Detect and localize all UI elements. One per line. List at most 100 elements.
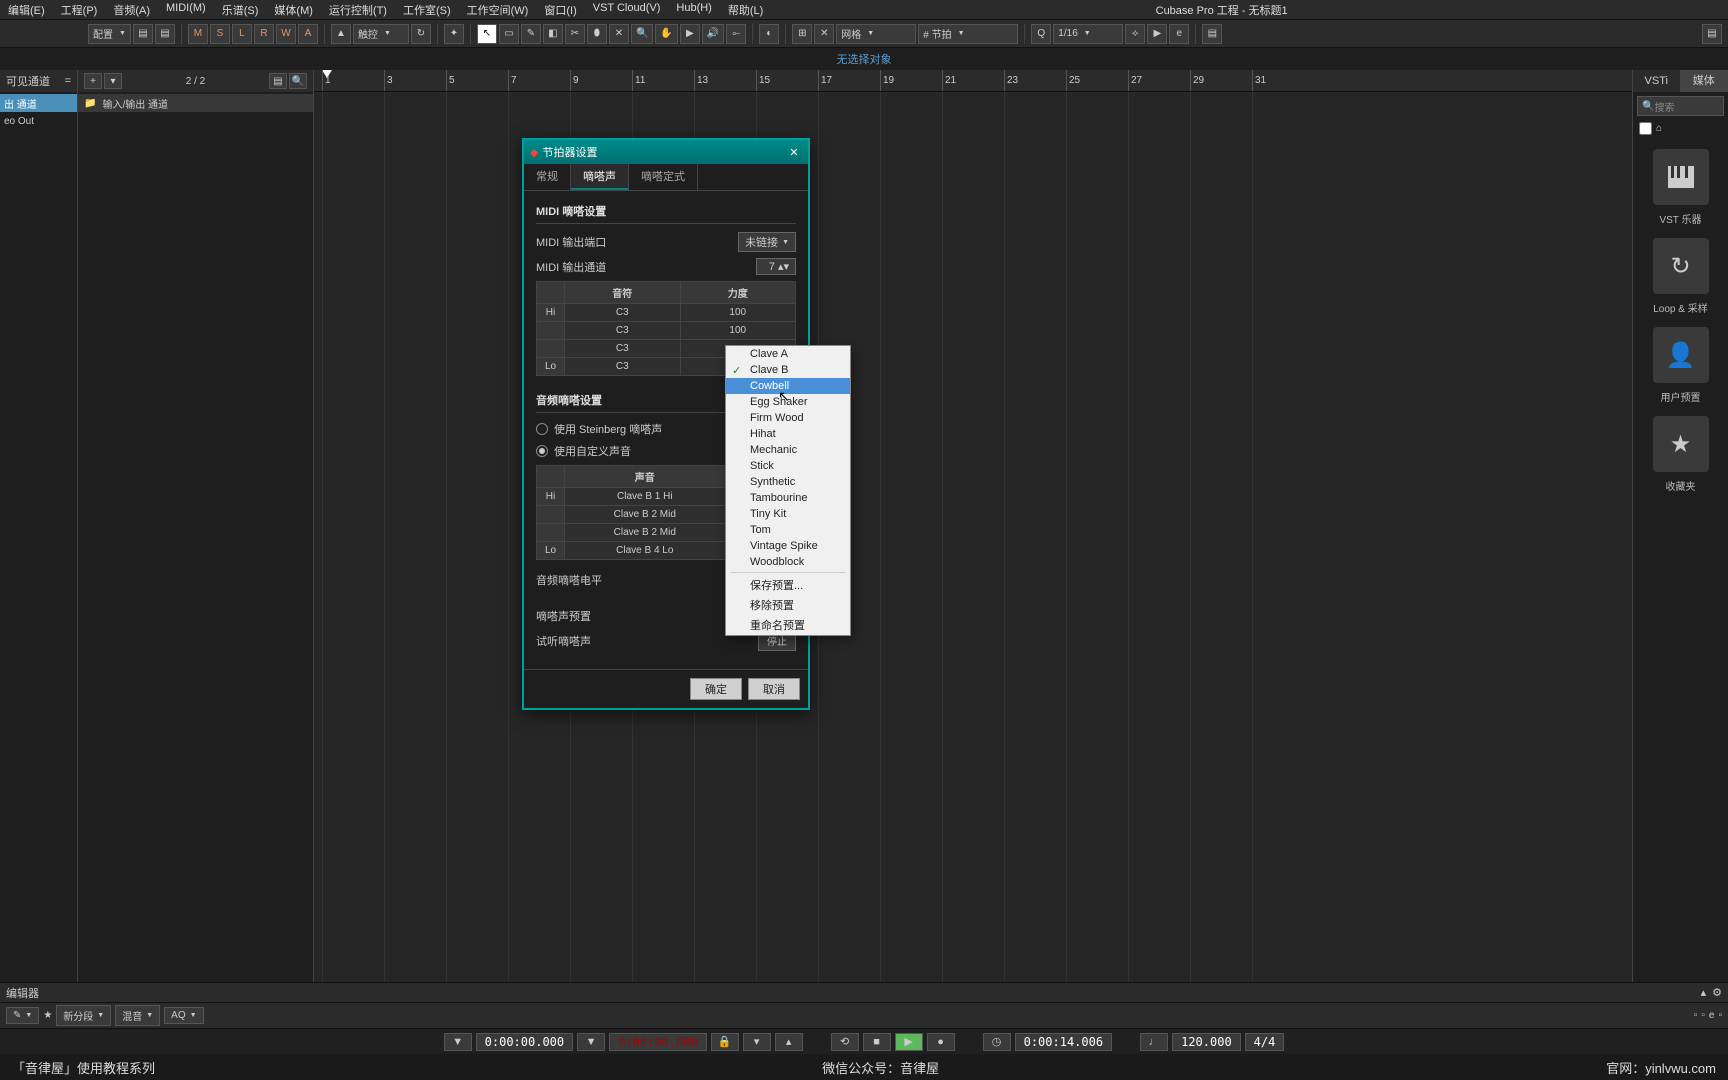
cell-note[interactable]: C3 bbox=[565, 340, 681, 358]
dialog-titlebar[interactable]: ◆ 节拍器设置 ✕ bbox=[524, 140, 808, 164]
ctx-item-vintage-spike[interactable]: Vintage Spike bbox=[726, 538, 850, 554]
block-vst-instruments[interactable]: VST 乐器 bbox=[1637, 149, 1724, 226]
cell-velocity[interactable]: 100 bbox=[680, 322, 796, 340]
right-locator[interactable]: 0:00:00.000 bbox=[609, 1033, 706, 1051]
cancel-button[interactable]: 取消 bbox=[748, 678, 800, 700]
play-button[interactable]: ▶ bbox=[895, 1033, 923, 1051]
block-favorites[interactable]: ★ 收藏夹 bbox=[1637, 416, 1724, 493]
toolbar-icon-1[interactable]: ▤ bbox=[133, 24, 153, 44]
menu-media[interactable]: 媒体(M) bbox=[274, 2, 313, 18]
add-track-button[interactable]: + bbox=[84, 73, 102, 89]
tool-erase[interactable]: ◧ bbox=[543, 24, 563, 44]
punch-in-icon[interactable]: 🔒 bbox=[711, 1033, 739, 1051]
tool-draw[interactable]: ✎ bbox=[521, 24, 541, 44]
ok-button[interactable]: 确定 bbox=[690, 678, 742, 700]
q-btn-3[interactable]: e bbox=[1169, 24, 1189, 44]
aq-button[interactable]: AQ bbox=[164, 1007, 203, 1024]
punch-btn-1[interactable]: ▾ bbox=[743, 1033, 771, 1051]
tool-range[interactable]: ▭ bbox=[499, 24, 519, 44]
mute-button[interactable]: M bbox=[188, 24, 208, 44]
editor-expand-icon[interactable]: ▴ bbox=[1701, 986, 1707, 999]
read-button[interactable]: R bbox=[254, 24, 274, 44]
tool-play[interactable]: ▶ bbox=[680, 24, 700, 44]
tool-pointer[interactable]: ↖ bbox=[477, 24, 497, 44]
toolbar-icon-2[interactable]: ▤ bbox=[155, 24, 175, 44]
ruler[interactable]: 1 3 5 7 9 11 13 15 17 19 21 23 25 27 29 … bbox=[314, 70, 1632, 92]
quantize-icon[interactable]: Q bbox=[1031, 24, 1051, 44]
midi-channel-spinner[interactable]: 7 ▴▾ bbox=[756, 258, 796, 275]
grid-dropdown[interactable]: 网格 bbox=[836, 24, 916, 44]
ctx-rename-preset[interactable]: 重命名预置 bbox=[726, 615, 850, 635]
ctx-item-firm-wood[interactable]: Firm Wood bbox=[726, 410, 850, 426]
snap-toggle[interactable]: ⊞ bbox=[792, 24, 812, 44]
tool-zoom[interactable]: 🔍 bbox=[631, 24, 653, 44]
ctx-save-preset[interactable]: 保存预置... bbox=[726, 575, 850, 595]
marker-left-icon[interactable]: ▼ bbox=[444, 1033, 472, 1051]
menu-hub[interactable]: Hub(H) bbox=[676, 2, 711, 18]
punch-btn-2[interactable]: ▴ bbox=[775, 1033, 803, 1051]
tempo-display[interactable]: 120.000 bbox=[1172, 1033, 1241, 1051]
solo-button[interactable]: S bbox=[210, 24, 230, 44]
editor-tab[interactable]: 编辑器 bbox=[6, 985, 39, 1001]
cell-note[interactable]: C3 bbox=[565, 304, 681, 322]
q-btn-1[interactable]: ⟡ bbox=[1125, 24, 1145, 44]
ctx-remove-preset[interactable]: 移除预置 bbox=[726, 595, 850, 615]
tool-hand[interactable]: ✋ bbox=[655, 24, 677, 44]
a-button[interactable]: A bbox=[298, 24, 318, 44]
tool-warp[interactable]: ⟜ bbox=[726, 24, 746, 44]
tool-split[interactable]: ✂ bbox=[565, 24, 585, 44]
cell-sound[interactable]: Clave B 2 Mid bbox=[565, 506, 726, 524]
menu-audio[interactable]: 音频(A) bbox=[113, 2, 150, 18]
time-mode-icon[interactable]: ◷ bbox=[983, 1033, 1011, 1051]
layout-btn[interactable]: ▤ bbox=[1202, 24, 1222, 44]
tempo-icon[interactable]: ♩ bbox=[1140, 1033, 1168, 1051]
write-button[interactable]: W bbox=[276, 24, 296, 44]
cycle-button[interactable]: ⟲ bbox=[831, 1033, 859, 1051]
block-user-presets[interactable]: 👤 用户预置 bbox=[1637, 327, 1724, 404]
stop-transport-button[interactable]: ■ bbox=[863, 1033, 891, 1051]
cell-sound[interactable]: Clave B 4 Lo bbox=[565, 542, 726, 560]
menu-midi[interactable]: MIDI(M) bbox=[166, 2, 206, 18]
listen-button[interactable]: L bbox=[232, 24, 252, 44]
lz-icon-1[interactable]: ▫ bbox=[1694, 1010, 1698, 1021]
ctx-item-woodblock[interactable]: Woodblock bbox=[726, 554, 850, 570]
ctx-item-tiny-kit[interactable]: Tiny Kit bbox=[726, 506, 850, 522]
beat-dropdown[interactable]: # 节拍 bbox=[918, 24, 1018, 44]
cell-note[interactable]: C3 bbox=[565, 358, 681, 376]
q-btn-2[interactable]: ▶ bbox=[1147, 24, 1167, 44]
tool-glue[interactable]: ⬮ bbox=[587, 24, 607, 44]
ctx-item-hihat[interactable]: Hihat bbox=[726, 426, 850, 442]
menu-score[interactable]: 乐谱(S) bbox=[222, 2, 259, 18]
touch-dropdown[interactable]: 触控 bbox=[353, 24, 409, 44]
menu-studio[interactable]: 工作室(S) bbox=[403, 2, 451, 18]
ctx-item-mechanic[interactable]: Mechanic bbox=[726, 442, 850, 458]
automation-icon[interactable]: ▲ bbox=[331, 24, 351, 44]
tool-color[interactable]: ◐ bbox=[759, 24, 779, 44]
track-search-button[interactable]: 🔍 bbox=[289, 73, 307, 89]
menu-window[interactable]: 窗口(I) bbox=[544, 2, 576, 18]
ctx-item-egg-shaker[interactable]: Egg Shaker bbox=[726, 394, 850, 410]
ctx-item-stick[interactable]: Stick bbox=[726, 458, 850, 474]
tab-click-pattern[interactable]: 嘀嗒定式 bbox=[629, 164, 698, 190]
home-icon[interactable]: ⌂ bbox=[1656, 123, 1662, 134]
arrange-area[interactable]: 1 3 5 7 9 11 13 15 17 19 21 23 25 27 29 … bbox=[314, 70, 1632, 990]
track-dropdown[interactable]: ▾ bbox=[104, 73, 122, 89]
lz-icon-4[interactable]: ▫ bbox=[1718, 1010, 1722, 1021]
ctx-item-clave-a[interactable]: Clave A bbox=[726, 346, 850, 362]
ctx-item-synthetic[interactable]: Synthetic bbox=[726, 474, 850, 490]
tab-vsti[interactable]: VSTi bbox=[1633, 70, 1681, 92]
mix-dd[interactable]: 混音 bbox=[115, 1005, 160, 1026]
quantize-dropdown[interactable]: 1/16 bbox=[1053, 24, 1123, 44]
punch-dd[interactable]: 新分段 bbox=[56, 1005, 111, 1026]
lz-icon-3[interactable]: e bbox=[1709, 1010, 1715, 1021]
menu-edit[interactable]: 编辑(E) bbox=[8, 2, 45, 18]
media-search[interactable]: 🔍 搜索 bbox=[1637, 96, 1724, 116]
cell-sound[interactable]: Clave B 1 Hi bbox=[565, 488, 726, 506]
ctx-item-tambourine[interactable]: Tambourine bbox=[726, 490, 850, 506]
cell-velocity[interactable]: 100 bbox=[680, 304, 796, 322]
time-sig[interactable]: 4/4 bbox=[1245, 1033, 1285, 1051]
tab-media[interactable]: 媒体 bbox=[1681, 70, 1728, 92]
lz-icon-2[interactable]: ▫ bbox=[1701, 1010, 1705, 1021]
right-panel-toggle[interactable]: ▤ bbox=[1702, 24, 1722, 44]
menu-project[interactable]: 工程(P) bbox=[61, 2, 98, 18]
